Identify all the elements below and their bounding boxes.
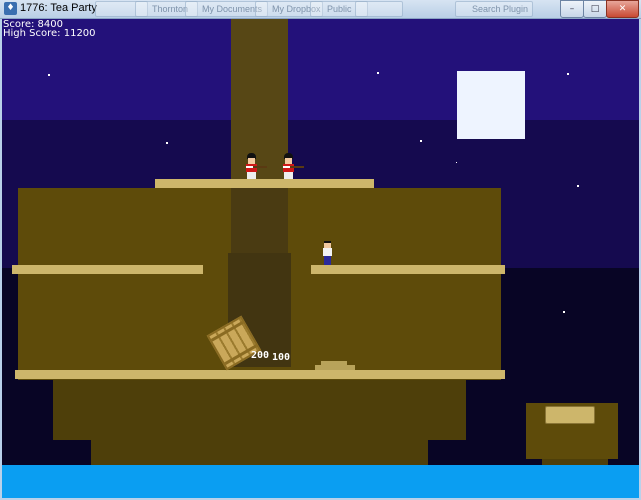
- ghost-taskbar-item: Search Plugin: [455, 1, 533, 17]
- app-icon[interactable]: ♦: [4, 2, 17, 15]
- star: [166, 142, 168, 144]
- upper-deck-right: [311, 265, 505, 274]
- star: [48, 74, 50, 76]
- harbor-water: [2, 465, 639, 498]
- ship-mast-lower: [231, 188, 288, 253]
- soldier-legs: [284, 172, 293, 179]
- tea-pile: [315, 365, 355, 370]
- main-deck: [15, 370, 505, 379]
- points-popup: 100: [272, 352, 291, 363]
- star: [456, 162, 457, 163]
- game-window: ♦ 1776: Tea Party Thornton My Documents …: [0, 0, 641, 500]
- star: [563, 311, 565, 313]
- redcoat-soldier: [280, 153, 304, 179]
- moon: [457, 71, 525, 139]
- minimize-button[interactable]: –: [560, 0, 584, 18]
- tea-pile-top: [321, 361, 347, 365]
- ship-keel: [53, 380, 466, 440]
- player-head: [324, 241, 331, 248]
- maximize-button[interactable]: □: [583, 0, 607, 18]
- high-score-label: High Score: 11200: [3, 28, 96, 39]
- game-canvas[interactable]: 200 100 Score: 8400 High Score: 11200: [2, 19, 639, 498]
- crows-nest-deck: [155, 179, 374, 188]
- star: [577, 185, 579, 187]
- star: [567, 73, 569, 75]
- musket: [290, 166, 304, 168]
- star: [420, 140, 422, 142]
- ship-keel-bottom: [91, 440, 428, 465]
- window-title: 1776: Tea Party: [20, 2, 97, 14]
- star: [377, 72, 379, 74]
- points-popup: 200: [251, 350, 270, 361]
- ghost-taskbar-item: [355, 1, 403, 17]
- upper-deck-left: [12, 265, 203, 274]
- close-button[interactable]: ✕: [606, 0, 639, 18]
- player-shirt: [323, 248, 332, 256]
- player-legs: [324, 256, 331, 265]
- title-bar[interactable]: ♦ 1776: Tea Party Thornton My Documents …: [0, 0, 641, 19]
- soldier-legs: [247, 172, 256, 179]
- tea-chest-on-dock: [545, 406, 595, 424]
- sky-upper: [2, 19, 639, 120]
- musket: [253, 166, 267, 168]
- colonist-player: [321, 241, 333, 265]
- redcoat-soldier: [243, 153, 267, 179]
